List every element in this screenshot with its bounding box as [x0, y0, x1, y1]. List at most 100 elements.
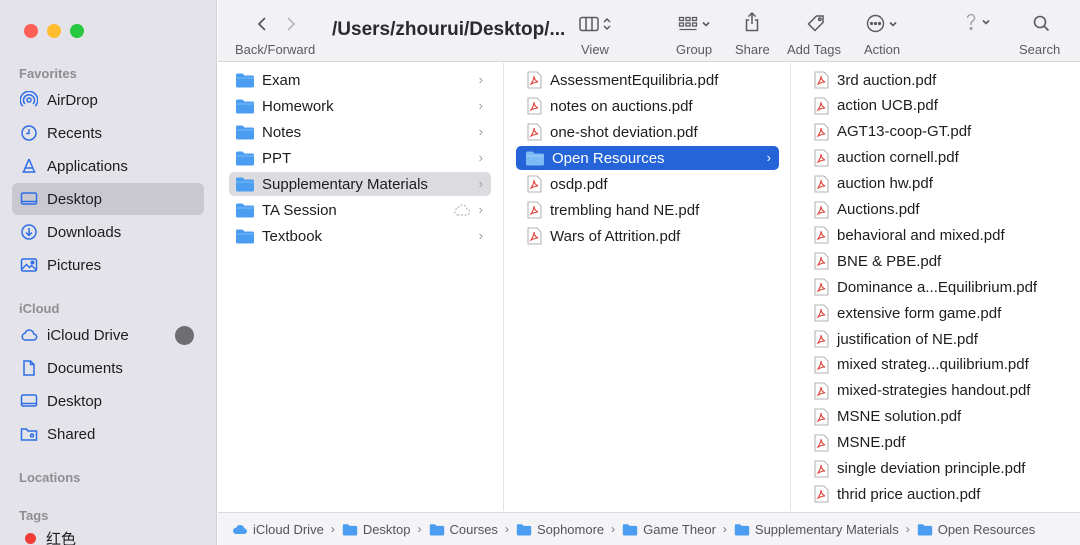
chevron-right-icon: › [766, 150, 771, 165]
folder-row[interactable]: Exam › [229, 68, 491, 92]
sidebar-item-icloud-drive[interactable]: iCloud Drive [12, 319, 204, 351]
tag-icon [807, 15, 824, 32]
cloud-download-icon[interactable] [453, 203, 471, 216]
file-row[interactable]: 3rd auction.pdf [806, 68, 1068, 92]
file-row[interactable]: mixed strateg...quilibrium.pdf [806, 353, 1068, 377]
file-name: MSNE.pdf [837, 434, 906, 452]
file-row[interactable]: AGT13-coop-GT.pdf [806, 120, 1068, 144]
file-row[interactable]: thrid price auction.pdf [806, 482, 1068, 506]
path-item-game-theory[interactable]: Game Theor [622, 522, 716, 537]
sidebar-item-tag-red[interactable]: 红色 [12, 526, 204, 545]
pdf-file-icon [814, 71, 829, 89]
file-name: BNE & PBE.pdf [837, 252, 942, 270]
sidebar-item-downloads[interactable]: Downloads [12, 216, 204, 248]
file-row[interactable]: one-shot deviation.pdf [516, 120, 779, 144]
path-item-label: Supplementary Materials [754, 521, 899, 537]
path-item-courses[interactable]: Courses [429, 522, 498, 537]
folder-icon [236, 229, 254, 244]
share-button[interactable] [744, 12, 760, 32]
file-row[interactable]: trembling hand NE.pdf [516, 198, 779, 222]
pdf-file-icon [814, 278, 829, 296]
shared-folder-icon [20, 425, 38, 443]
forward-button[interactable] [285, 16, 297, 32]
file-name: 3rd auction.pdf [837, 71, 937, 89]
chevron-right-icon: › [478, 150, 483, 165]
sidebar-item-pictures[interactable]: Pictures [12, 249, 204, 281]
path-item-open-resources[interactable]: Open Resources [917, 522, 1035, 537]
view-button[interactable] [579, 16, 612, 32]
view-label: View [581, 42, 609, 57]
file-row[interactable]: osdp.pdf [516, 172, 779, 196]
folder-row[interactable]: Notes › [229, 120, 491, 144]
chevron-down-icon [702, 21, 710, 27]
folder-row-selected[interactable]: Open Resources › [516, 146, 779, 170]
file-row[interactable]: Wars of Attrition.pdf [516, 224, 779, 248]
file-name: action UCB.pdf [837, 97, 938, 115]
pdf-file-icon [814, 304, 829, 322]
file-row[interactable]: auction hw.pdf [806, 172, 1068, 196]
desktop-icon [20, 190, 38, 208]
minimize-window-button[interactable] [47, 24, 61, 38]
folder-row-selected[interactable]: Supplementary Materials › [229, 172, 491, 196]
file-row[interactable]: MSNE solution.pdf [806, 405, 1068, 429]
close-window-button[interactable] [24, 24, 38, 38]
folder-row[interactable]: PPT › [229, 146, 491, 170]
add-tags-button[interactable] [806, 14, 826, 34]
folder-row[interactable]: Homework › [229, 94, 491, 118]
column-3[interactable]: 3rd auction.pdf action UCB.pdf AGT13-coop-… [792, 63, 1080, 511]
search-button[interactable] [1033, 15, 1050, 32]
file-row[interactable]: MSNE.pdf [806, 431, 1068, 455]
toolbar: Back/Forward /Users/zhourui/Desktop/... … [218, 0, 1080, 62]
folder-row[interactable]: Textbook › [229, 224, 491, 248]
folder-name: Supplementary Materials [262, 175, 428, 193]
file-row[interactable]: justification of NE.pdf [806, 327, 1068, 351]
column-1[interactable]: Exam › Homework › Notes › PPT › Suppleme… [218, 63, 504, 511]
file-row[interactable]: Auctions.pdf [806, 198, 1068, 222]
folder-icon [516, 523, 532, 535]
tags-header: Tags [19, 508, 49, 523]
pdf-file-icon [814, 485, 829, 503]
pdf-file-icon [814, 149, 829, 167]
path-item-supplementary[interactable]: Supplementary Materials [734, 522, 899, 537]
path-separator: › [722, 522, 727, 536]
file-row[interactable]: single deviation principle.pdf [806, 457, 1068, 481]
chevron-right-icon [287, 17, 296, 31]
path-item-icloud-drive[interactable]: iCloud Drive [232, 522, 324, 537]
sidebar-item-shared[interactable]: Shared [12, 418, 204, 450]
group-button[interactable] [678, 16, 711, 32]
cloud-icon [232, 524, 247, 535]
sidebar-item-documents[interactable]: Documents [12, 352, 204, 384]
file-row[interactable]: extensive form game.pdf [806, 301, 1068, 325]
file-name: mixed-strategies handout.pdf [837, 382, 1031, 400]
file-row[interactable]: action UCB.pdf [806, 94, 1068, 118]
file-name: auction cornell.pdf [837, 149, 959, 167]
file-row[interactable]: behavioral and mixed.pdf [806, 223, 1068, 247]
file-name: justification of NE.pdf [837, 330, 978, 348]
action-button[interactable] [866, 14, 898, 33]
help-button[interactable] [964, 12, 991, 32]
file-row[interactable]: Dominance a...Equilibrium.pdf [806, 275, 1068, 299]
folder-row[interactable]: TA Session › [229, 198, 491, 222]
file-row[interactable]: BNE & PBE.pdf [806, 249, 1068, 273]
file-row[interactable]: mixed-strategies handout.pdf [806, 379, 1068, 403]
sidebar-item-label: iCloud Drive [47, 326, 129, 344]
folder-icon [526, 151, 544, 166]
file-row[interactable]: notes on auctions.pdf [516, 94, 779, 118]
sidebar-item-airdrop[interactable]: AirDrop [12, 84, 204, 116]
pdf-file-icon [814, 460, 829, 477]
folder-icon [236, 73, 254, 88]
file-name: osdp.pdf [550, 175, 608, 193]
path-item-desktop[interactable]: Desktop [342, 522, 411, 537]
column-2[interactable]: AssessmentEquilibria.pdf notes on auctio… [505, 63, 791, 511]
sidebar-item-recents[interactable]: Recents [12, 117, 204, 149]
file-row[interactable]: AssessmentEquilibria.pdf [516, 68, 779, 92]
file-name: Auctions.pdf [837, 201, 920, 218]
sidebar: Favorites AirDrop Recents Applications D… [0, 0, 217, 545]
zoom-window-button[interactable] [70, 24, 84, 38]
back-button[interactable] [256, 16, 268, 32]
sidebar-item-desktop[interactable]: Desktop [12, 183, 204, 215]
path-item-sophomore[interactable]: Sophomore [516, 522, 604, 537]
sidebar-item-icloud-desktop[interactable]: Desktop [12, 385, 204, 417]
file-row[interactable]: auction cornell.pdf [806, 146, 1068, 170]
sidebar-item-applications[interactable]: Applications [12, 150, 204, 182]
